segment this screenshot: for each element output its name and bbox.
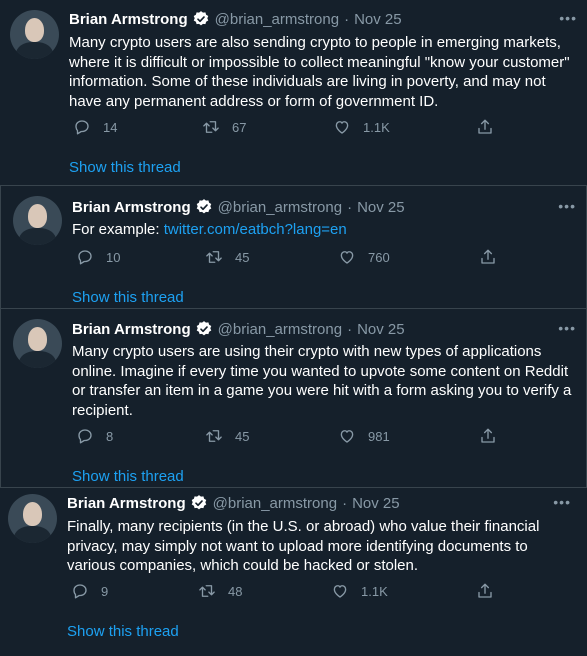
tweet-date[interactable]: Nov 25 — [354, 11, 402, 28]
heart-icon — [340, 430, 354, 443]
reply-count: 14 — [103, 119, 118, 135]
share-icon — [481, 428, 495, 443]
tweet[interactable]: Brian Armstrong @brian_armstrong · Nov 2… — [0, 309, 587, 488]
author-handle[interactable]: @brian_armstrong — [213, 495, 337, 512]
tweet-text: Many crypto users are using their crypto… — [72, 343, 572, 419]
reply-button[interactable]: 10 — [76, 248, 120, 266]
avatar[interactable] — [10, 10, 59, 59]
avatar[interactable] — [13, 196, 62, 245]
tweet-link[interactable]: twitter.com/eatbch?lang=en — [164, 221, 347, 238]
share-button[interactable] — [476, 118, 506, 136]
more-options-icon[interactable]: ••• — [558, 320, 576, 336]
reply-count: 10 — [106, 249, 121, 265]
verified-badge-icon — [196, 199, 211, 214]
verified-badge-icon — [191, 495, 206, 510]
heart-icon — [335, 121, 349, 134]
like-count: 981 — [368, 428, 390, 444]
show-thread-link[interactable]: Show this thread — [69, 159, 181, 176]
author-handle[interactable]: @brian_armstrong — [218, 199, 342, 216]
separator-dot: · — [347, 198, 353, 216]
retweet-button[interactable]: 45 — [205, 248, 249, 266]
tweet[interactable]: Brian Armstrong @brian_armstrong · Nov 2… — [0, 0, 587, 186]
retweet-count: 45 — [235, 249, 250, 265]
author-name[interactable]: Brian Armstrong — [72, 199, 191, 216]
author-name[interactable]: Brian Armstrong — [69, 11, 188, 28]
retweet-button[interactable]: 48 — [198, 582, 242, 600]
retweet-button[interactable]: 67 — [202, 118, 246, 136]
show-thread-link[interactable]: Show this thread — [72, 468, 184, 485]
heart-icon — [340, 251, 354, 264]
share-button[interactable] — [476, 582, 506, 600]
reply-count: 9 — [101, 583, 109, 599]
avatar[interactable] — [8, 494, 57, 543]
retweet-button[interactable]: 45 — [205, 427, 249, 445]
more-options-icon[interactable]: ••• — [559, 10, 577, 26]
tweet-text-prefix: For example: — [72, 221, 164, 238]
more-options-icon[interactable]: ••• — [558, 198, 576, 214]
like-button[interactable]: 1.1K — [331, 582, 388, 600]
tweet-date[interactable]: Nov 25 — [357, 321, 405, 338]
share-icon — [478, 583, 492, 598]
heart-icon — [333, 585, 347, 598]
show-thread-link[interactable]: Show this thread — [67, 623, 179, 640]
reply-icon — [75, 120, 89, 135]
like-button[interactable]: 1.1K — [333, 118, 390, 136]
share-button[interactable] — [479, 427, 509, 445]
reply-icon — [73, 584, 87, 599]
share-button[interactable] — [479, 248, 509, 266]
author-name[interactable]: Brian Armstrong — [67, 495, 186, 512]
retweet-count: 48 — [228, 583, 243, 599]
author-handle[interactable]: @brian_armstrong — [215, 11, 339, 28]
separator-dot: · — [342, 494, 348, 512]
verified-badge-icon — [196, 321, 211, 336]
reply-icon — [78, 429, 92, 444]
separator-dot: · — [347, 320, 353, 338]
tweet[interactable]: Brian Armstrong @brian_armstrong · Nov 2… — [0, 186, 587, 309]
retweet-icon — [203, 121, 219, 133]
reply-icon — [78, 250, 92, 265]
like-button[interactable]: 981 — [338, 427, 390, 445]
retweet-icon — [206, 251, 222, 263]
retweet-icon — [199, 585, 215, 597]
reply-button[interactable]: 14 — [73, 118, 117, 136]
tweet-text: Many crypto users are also sending crypt… — [69, 34, 570, 110]
like-button[interactable]: 760 — [338, 248, 390, 266]
tweet-text: For example: twitter.com/eatbch?lang=en — [72, 220, 572, 240]
tweet-date[interactable]: Nov 25 — [352, 495, 400, 512]
show-thread-link[interactable]: Show this thread — [72, 289, 184, 306]
author-handle[interactable]: @brian_armstrong — [218, 321, 342, 338]
reply-button[interactable]: 9 — [71, 582, 108, 600]
like-count: 1.1K — [363, 119, 390, 135]
retweet-icon — [206, 430, 222, 442]
author-name[interactable]: Brian Armstrong — [72, 321, 191, 338]
share-icon — [478, 119, 492, 134]
tweet[interactable]: Brian Armstrong @brian_armstrong · Nov 2… — [0, 488, 587, 656]
verified-badge-icon — [193, 11, 208, 26]
tweet-date[interactable]: Nov 25 — [357, 199, 405, 216]
like-count: 1.1K — [361, 583, 388, 599]
separator-dot: · — [344, 10, 350, 28]
avatar[interactable] — [13, 319, 62, 368]
like-count: 760 — [368, 249, 390, 265]
retweet-count: 67 — [232, 119, 247, 135]
share-icon — [481, 249, 495, 264]
reply-count: 8 — [106, 428, 114, 444]
reply-button[interactable]: 8 — [76, 427, 113, 445]
tweet-text: Finally, many recipients (in the U.S. or… — [67, 518, 540, 574]
more-options-icon[interactable]: ••• — [553, 494, 571, 510]
retweet-count: 45 — [235, 428, 250, 444]
